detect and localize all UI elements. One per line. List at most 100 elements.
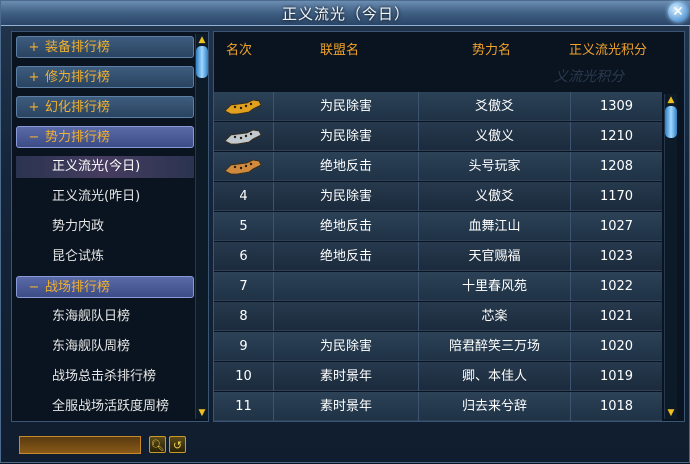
expand-icon: + bbox=[28, 70, 40, 85]
nav-subitem[interactable]: 战场总击杀排行榜 bbox=[16, 366, 194, 388]
table-row[interactable]: 为民除害 爻傲爻 1309 bbox=[214, 92, 662, 121]
nav-subitem[interactable]: 正义流光(今日) bbox=[16, 156, 194, 178]
alliance-cell: 为民除害 bbox=[274, 332, 419, 361]
rank-cell: 7 bbox=[214, 272, 274, 301]
table-row[interactable]: 5 绝地反击 血舞江山 1027 bbox=[214, 212, 662, 241]
nav-category-label: 势力排行榜 bbox=[45, 130, 111, 145]
nav-scroll-down-icon[interactable]: ▼ bbox=[196, 407, 208, 419]
nav-scroll-thumb[interactable] bbox=[196, 46, 208, 78]
faction-cell: 归去来兮辞 bbox=[419, 392, 571, 421]
alliance-cell bbox=[274, 272, 419, 301]
faction-cell: 血舞江山 bbox=[419, 212, 571, 241]
category-nav: + 装备排行榜 + 修为排行榜 + 幻化排行榜 − 势力排行榜 正义流光(今日) 正义流光(昨日)… bbox=[11, 31, 209, 422]
table-row[interactable]: 9 为民除害 陪君醉笑三万场 1020 bbox=[214, 332, 662, 361]
window-title: 正义流光（今日） bbox=[281, 5, 410, 23]
table-row[interactable]: 8 芯楽 1021 bbox=[214, 302, 662, 331]
collapse-icon: − bbox=[28, 280, 40, 295]
nav-scroll-up-icon[interactable]: ▲ bbox=[196, 34, 208, 46]
nav-subitem[interactable]: 全服战场活跃度周榜 bbox=[16, 396, 194, 418]
faction-cell: 陪君醉笑三万场 bbox=[419, 332, 571, 361]
bronze-beast-medal-icon bbox=[224, 159, 262, 175]
score-cell: 1208 bbox=[599, 159, 634, 174]
header-score: 正义流光积分 bbox=[569, 43, 648, 58]
score-cell: 1023 bbox=[599, 249, 634, 264]
ranking-window: 正义流光（今日） ✕ + 装备排行榜 + 修为排行榜 + 幻化排行榜 − 势力排行榜 正义流光(… bbox=[0, 0, 690, 463]
nav-category[interactable]: − 势力排行榜 bbox=[16, 126, 194, 148]
table-row[interactable]: 4 为民除害 义傲爻 1170 bbox=[214, 182, 662, 211]
nav-subitem[interactable]: 正义流光(昨日) bbox=[16, 186, 194, 208]
nav-subitem[interactable]: 势力内政 bbox=[16, 216, 194, 238]
nav-category[interactable]: + 修为排行榜 bbox=[16, 66, 194, 88]
alliance-cell: 素时景年 bbox=[274, 362, 419, 391]
score-cell: 1027 bbox=[599, 219, 634, 234]
search-input[interactable] bbox=[19, 436, 141, 454]
nav-category-label: 幻化排行榜 bbox=[45, 100, 111, 115]
alliance-cell: 绝地反击 bbox=[274, 152, 419, 181]
faction-cell: 义傲义 bbox=[419, 122, 571, 151]
search-icon[interactable]: 🔍︎ bbox=[149, 436, 166, 453]
rank-cell: 10 bbox=[214, 362, 274, 391]
nav-subitem[interactable]: 东海舰队日榜 bbox=[16, 306, 194, 328]
alliance-cell: 为民除害 bbox=[274, 92, 419, 121]
faction-cell: 义傲爻 bbox=[419, 182, 571, 211]
ranking-table: 名次 联盟名 势力名 正义流光积分 义流光积分 为民除害 爻傲爻 1309 为民除害义… bbox=[213, 31, 685, 422]
rank-cell bbox=[214, 122, 274, 151]
table-scroll-down-icon[interactable]: ▼ bbox=[665, 407, 677, 419]
nav-category[interactable]: + 幻化排行榜 bbox=[16, 96, 194, 118]
alliance-cell: 为民除害 bbox=[274, 122, 419, 151]
collapse-icon: − bbox=[28, 130, 40, 145]
header-faction: 势力名 bbox=[472, 43, 512, 58]
table-row[interactable]: 11 素时景年 归去来兮辞 1018 bbox=[214, 392, 662, 421]
table-header: 名次 联盟名 势力名 正义流光积分 bbox=[214, 32, 662, 62]
score-cell: 1309 bbox=[599, 99, 634, 114]
expand-icon: + bbox=[28, 40, 40, 55]
nav-category-label: 修为排行榜 bbox=[45, 70, 111, 85]
nav-category[interactable]: + 装备排行榜 bbox=[16, 36, 194, 58]
rank-cell: 4 bbox=[214, 182, 274, 211]
score-cell: 1170 bbox=[599, 189, 634, 204]
faction-cell: 芯楽 bbox=[419, 302, 571, 331]
table-row[interactable]: 10 素时景年 卿、本佳人 1019 bbox=[214, 362, 662, 391]
nav-subitem[interactable]: 东海舰队周榜 bbox=[16, 336, 194, 358]
refresh-icon[interactable]: ↺ bbox=[169, 436, 186, 453]
bottom-bar: 🔍︎ ↺ bbox=[1, 427, 690, 464]
table-scrollbar[interactable]: ▲ ▼ bbox=[664, 94, 677, 419]
table-scroll-thumb[interactable] bbox=[665, 106, 677, 138]
silver-beast-medal-icon bbox=[224, 129, 262, 145]
score-cell: 1210 bbox=[599, 129, 634, 144]
rank-cell: 8 bbox=[214, 302, 274, 331]
rank-cell: 11 bbox=[214, 392, 274, 421]
nav-scrollbar[interactable]: ▲ ▼ bbox=[195, 34, 208, 419]
faction-cell: 爻傲爻 bbox=[419, 92, 571, 121]
score-cell: 1018 bbox=[599, 399, 634, 414]
alliance-cell: 素时景年 bbox=[274, 392, 419, 421]
nav-category-label: 装备排行榜 bbox=[45, 40, 111, 55]
table-scroll-up-icon[interactable]: ▲ bbox=[665, 94, 677, 106]
expand-icon: + bbox=[28, 100, 40, 115]
nav-subitem[interactable]: 昆仑试炼 bbox=[16, 246, 194, 268]
faction-cell: 十里春风苑 bbox=[419, 272, 571, 301]
table-row[interactable]: 为民除害 义傲义 1210 bbox=[214, 122, 662, 151]
table-row[interactable]: 绝地反击 头号玩家 1208 bbox=[214, 152, 662, 181]
header-watermark: 义流光积分 bbox=[554, 69, 624, 85]
table-row[interactable]: 7 十里春风苑 1022 bbox=[214, 272, 662, 301]
rank-cell: 6 bbox=[214, 242, 274, 271]
alliance-cell: 为民除害 bbox=[274, 182, 419, 211]
score-cell: 1020 bbox=[599, 339, 634, 354]
score-cell: 1021 bbox=[599, 309, 634, 324]
rank-cell bbox=[214, 92, 274, 121]
close-icon[interactable]: ✕ bbox=[668, 2, 688, 22]
score-cell: 1022 bbox=[599, 279, 634, 294]
faction-cell: 头号玩家 bbox=[419, 152, 571, 181]
faction-cell: 天官赐福 bbox=[419, 242, 571, 271]
alliance-cell: 绝地反击 bbox=[274, 242, 419, 271]
alliance-cell bbox=[274, 302, 419, 331]
nav-category[interactable]: − 战场排行榜 bbox=[16, 276, 194, 298]
faction-cell: 卿、本佳人 bbox=[419, 362, 571, 391]
rank-cell bbox=[214, 152, 274, 181]
table-row[interactable]: 6 绝地反击 天官赐福 1023 bbox=[214, 242, 662, 271]
title-bar: 正义流光（今日） ✕ bbox=[1, 1, 690, 26]
rank-cell: 9 bbox=[214, 332, 274, 361]
nav-category-label: 战场排行榜 bbox=[45, 280, 111, 295]
header-alliance: 联盟名 bbox=[320, 43, 360, 58]
